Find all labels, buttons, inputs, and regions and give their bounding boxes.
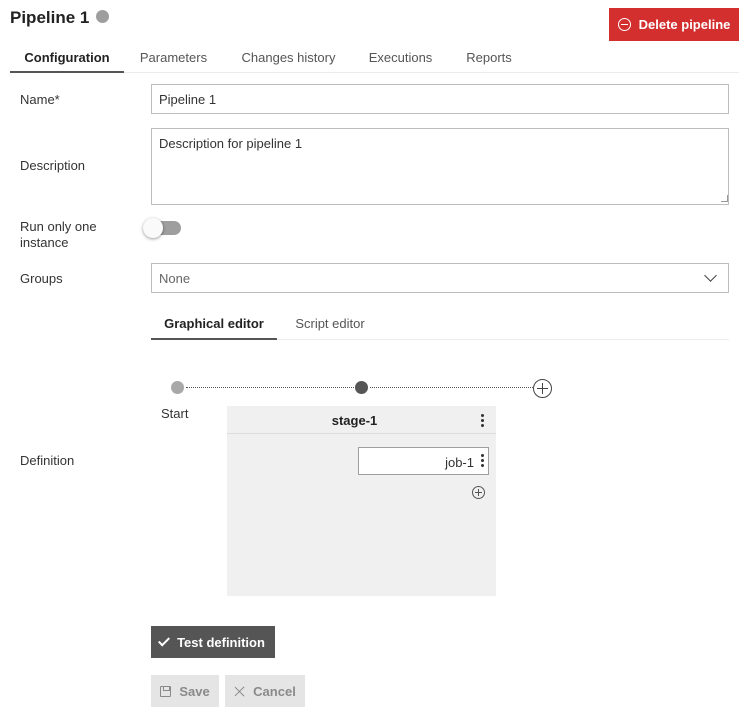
job-box[interactable]: job-1 <box>358 447 489 475</box>
run-once-label: Run only one instance <box>20 219 97 250</box>
stage-name: stage-1 <box>331 413 378 428</box>
delete-pipeline-button[interactable]: Delete pipeline <box>609 8 739 41</box>
add-job-icon[interactable] <box>472 486 485 499</box>
groups-select[interactable]: None <box>151 263 729 293</box>
stage-menu-icon[interactable] <box>481 414 484 429</box>
stage-header: stage-1 <box>227 406 496 434</box>
run-once-toggle[interactable] <box>143 218 183 238</box>
test-definition-label: Test definition <box>177 634 265 650</box>
connector-line <box>370 387 533 388</box>
start-node-icon <box>171 381 184 394</box>
start-label: Start <box>161 406 189 421</box>
status-dot-icon <box>96 9 110 23</box>
tab-script-editor[interactable]: Script editor <box>277 309 383 340</box>
delete-pipeline-label: Delete pipeline <box>638 17 731 32</box>
stage-node-icon[interactable] <box>355 381 368 394</box>
tab-graphical-editor[interactable]: Graphical editor <box>151 309 277 340</box>
stage-box: stage-1 job-1 <box>227 406 496 596</box>
minus-circle-icon <box>617 18 631 31</box>
test-definition-button[interactable]: Test definition <box>151 626 275 658</box>
name-label: Name* <box>20 92 60 107</box>
add-stage-icon[interactable] <box>533 379 552 398</box>
tab-configuration[interactable]: Configuration <box>10 42 124 73</box>
tab-parameters[interactable]: Parameters <box>124 42 223 73</box>
pipeline-title: Pipeline 1 <box>10 8 90 27</box>
cancel-button[interactable]: Cancel <box>225 675 305 707</box>
groups-selected-value: None <box>159 270 191 286</box>
resize-grip-icon[interactable] <box>721 195 728 202</box>
floppy-disk-icon <box>160 685 172 697</box>
definition-label: Definition <box>20 453 75 468</box>
check-icon <box>158 633 171 647</box>
groups-label: Groups <box>20 271 63 286</box>
cancel-label: Cancel <box>253 683 296 699</box>
job-name: job-1 <box>445 455 474 470</box>
description-textarea[interactable]: Description for pipeline 1 <box>151 128 729 205</box>
tab-executions[interactable]: Executions <box>354 42 447 73</box>
save-button[interactable]: Save <box>151 675 219 707</box>
close-icon <box>234 686 245 697</box>
save-label: Save <box>179 683 210 699</box>
connector-line <box>186 387 354 388</box>
description-label: Description <box>20 158 86 173</box>
editor-tabs: Graphical editor Script editor <box>151 309 729 340</box>
tab-changes-history[interactable]: Changes history <box>223 42 354 73</box>
main-tabs: Configuration Parameters Changes history… <box>10 42 739 73</box>
tab-reports[interactable]: Reports <box>447 42 531 73</box>
name-input[interactable] <box>151 84 729 114</box>
toggle-knob <box>143 218 163 238</box>
page-title: Pipeline 1 <box>10 8 110 28</box>
job-menu-icon[interactable] <box>481 454 484 469</box>
chevron-down-icon <box>704 268 717 282</box>
